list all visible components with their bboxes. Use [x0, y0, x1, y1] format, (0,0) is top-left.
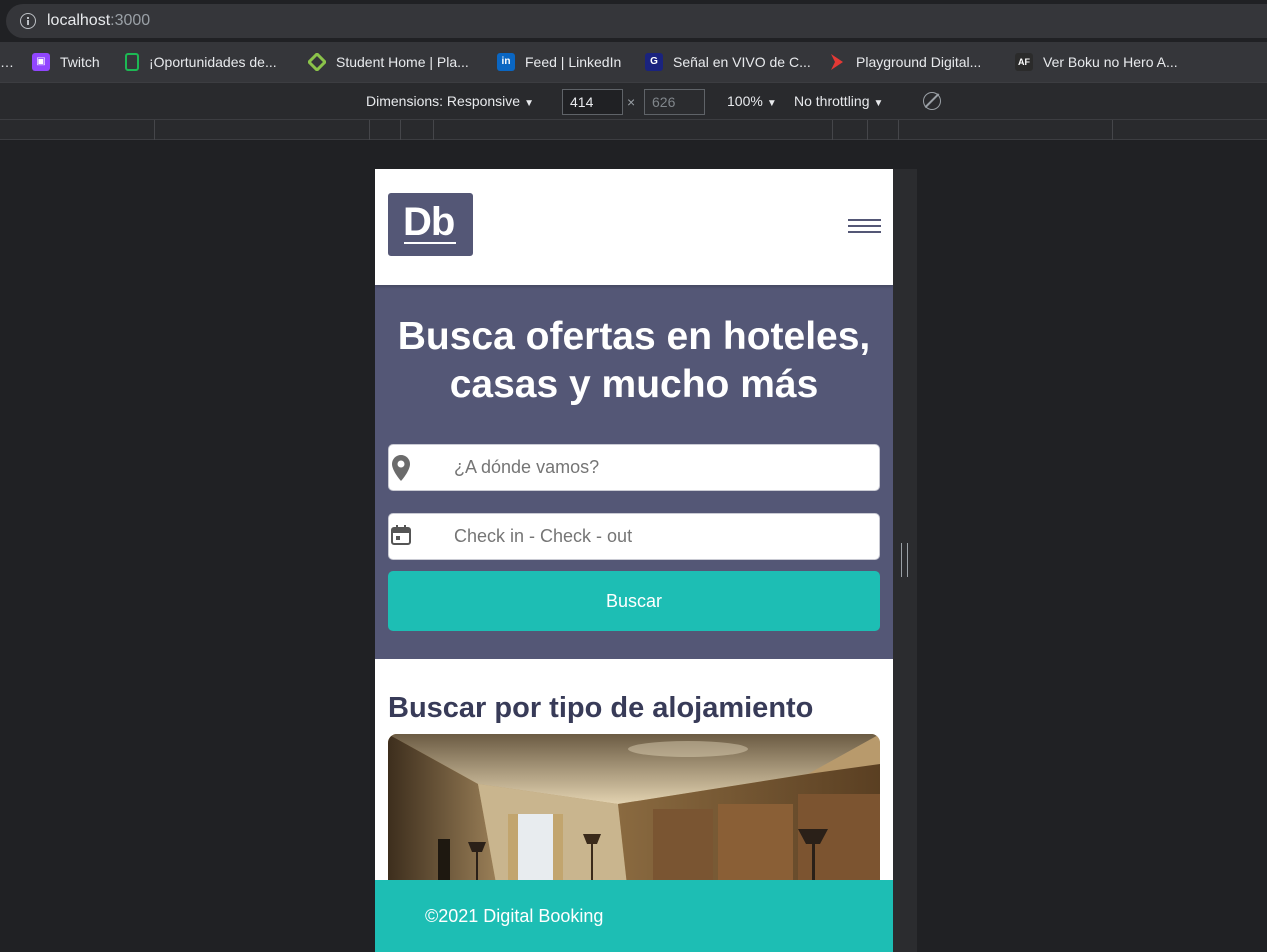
caret-down-icon: ▼ [524, 98, 534, 109]
bookmark-page-icon [125, 53, 139, 71]
media-query-marker[interactable] [400, 120, 401, 140]
media-query-bar [0, 120, 1267, 140]
bookmark-senal-en-vivo[interactable]: G Señal en VIVO de C... [645, 52, 811, 72]
height-input[interactable]: 626 [644, 89, 705, 115]
bookmark-twitch[interactable]: ▣ Twitch [32, 52, 100, 72]
af-logo-icon: AF [1015, 53, 1033, 71]
caret-down-icon: ▼ [873, 98, 884, 109]
hero-title: Busca ofertas en hoteles, casas y mucho … [397, 315, 871, 406]
width-input[interactable]: 414 [562, 89, 623, 115]
media-query-marker[interactable] [154, 120, 155, 140]
dimensions-dropdown[interactable]: Dimensions: Responsive ▼ [366, 93, 534, 109]
accommodation-card-hotel[interactable] [388, 734, 880, 894]
section-title: Buscar por tipo de alojamiento [388, 692, 814, 724]
omnibox[interactable]: localhost:3000 [6, 4, 1267, 38]
location-pin-icon [392, 455, 410, 481]
media-query-marker[interactable] [832, 120, 833, 140]
zoom-dropdown[interactable]: 100% ▼ [727, 93, 777, 109]
device-toolbar: Dimensions: Responsive ▼ 414 × 626 100% ▼ … [0, 82, 1267, 120]
diamond-logo-icon [306, 51, 328, 73]
calendar-icon [391, 525, 411, 545]
rotate-icon[interactable] [923, 92, 941, 110]
media-query-marker[interactable] [867, 120, 868, 140]
tv-channel-icon: G [645, 53, 663, 71]
search-hero: Busca ofertas en hoteles, casas y mucho … [375, 285, 893, 659]
logo[interactable]: Db [388, 193, 473, 256]
url-text[interactable]: localhost:3000 [47, 12, 150, 30]
media-query-marker[interactable] [1112, 120, 1113, 140]
media-query-marker[interactable] [369, 120, 370, 140]
dates-input[interactable] [454, 514, 864, 559]
dimension-separator: × [627, 94, 636, 110]
destination-input[interactable] [454, 445, 864, 490]
bookmark-student-home[interactable]: Student Home | Pla... [306, 51, 469, 73]
media-query-marker[interactable] [433, 120, 434, 140]
media-query-marker[interactable] [898, 120, 899, 140]
twitch-icon: ▣ [32, 53, 50, 71]
hamburger-menu-icon[interactable] [848, 219, 881, 235]
bookmark-oportunidades[interactable]: ¡Oportunidades de... [125, 52, 277, 72]
copyright-text: ©2021 Digital Booking [425, 906, 604, 926]
search-button[interactable]: Buscar [388, 571, 880, 631]
logo-text: Db [403, 200, 455, 244]
caret-down-icon: ▼ [766, 98, 777, 109]
device-viewport: Db Busca ofertas en hoteles, casas y muc… [375, 169, 893, 952]
resize-handle[interactable] [901, 543, 908, 577]
site-footer: ©2021 Digital Booking [375, 880, 893, 952]
bookmark-playground-digital[interactable]: Playground Digital... [828, 52, 981, 72]
bookmark-boku-no-hero[interactable]: AF Ver Boku no Hero A... [1015, 52, 1178, 72]
address-bar: localhost:3000 [0, 0, 1267, 42]
linkedin-icon: in [497, 53, 515, 71]
play-arrow-icon [828, 53, 846, 71]
bookmark-overflow[interactable]: … [0, 52, 14, 72]
throttling-dropdown[interactable]: No throttling ▼ [794, 93, 883, 109]
site-header: Db [375, 169, 893, 285]
dates-field[interactable] [388, 513, 880, 560]
site-info-icon[interactable] [20, 13, 36, 29]
hotel-room-image [388, 734, 880, 894]
bookmark-linkedin[interactable]: in Feed | LinkedIn [497, 52, 621, 72]
bookmarks-bar: … ▣ Twitch ¡Oportunidades de... Student … [0, 42, 1267, 82]
logo-underline [404, 242, 456, 244]
destination-field[interactable] [388, 444, 880, 491]
